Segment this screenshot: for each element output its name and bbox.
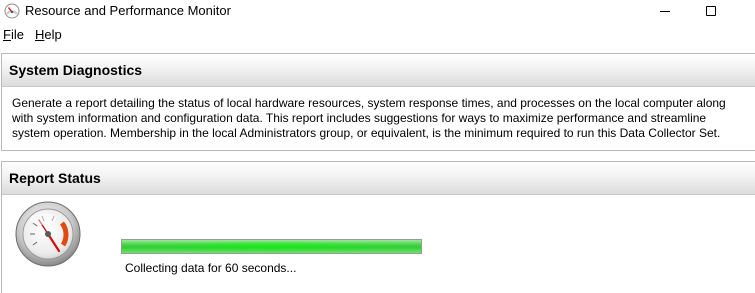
- performance-monitor-icon: [4, 3, 20, 19]
- menu-file[interactable]: File: [3, 26, 24, 44]
- report-status-header: Report Status: [2, 162, 755, 195]
- report-status-panel: Report Status Collecting data for 60 sec…: [1, 161, 755, 293]
- report-status-text: Collecting data for 60 seconds...: [125, 261, 297, 275]
- speedometer-gauge-icon: [15, 201, 81, 267]
- window-title: Resource and Performance Monitor: [25, 3, 231, 18]
- system-diagnostics-description: Generate a report detailing the status o…: [12, 96, 726, 140]
- report-progress-fill: [122, 240, 421, 253]
- menu-bar: File Help: [0, 26, 755, 44]
- maximize-button[interactable]: [688, 0, 734, 22]
- report-progress-bar: [121, 239, 422, 254]
- minimize-button[interactable]: [642, 0, 688, 22]
- system-diagnostics-panel: System Diagnostics Generate a report det…: [1, 53, 755, 151]
- menu-help[interactable]: Help: [35, 26, 62, 44]
- title-bar: Resource and Performance Monitor: [0, 0, 755, 22]
- system-diagnostics-header: System Diagnostics: [2, 54, 755, 87]
- maximize-icon: [706, 6, 716, 16]
- minimize-icon: [660, 10, 670, 12]
